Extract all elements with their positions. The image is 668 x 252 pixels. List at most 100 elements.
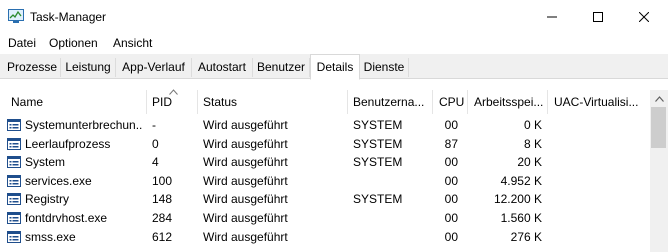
minimize-icon <box>547 16 557 17</box>
window-title: Task-Manager <box>30 10 107 24</box>
tab-details[interactable]: Details <box>310 54 360 80</box>
cell-status: Wird ausgeführt <box>203 229 288 244</box>
tab-benutzer[interactable]: Benutzer <box>253 58 310 77</box>
cell-name: System <box>25 155 66 170</box>
cell-uac <box>554 135 644 154</box>
column-header-memory[interactable]: Arbeitsspei... <box>474 90 546 114</box>
cell-memory: 0 K <box>523 118 542 132</box>
cell-user: SYSTEM <box>353 136 403 151</box>
table-row[interactable]: services.exe 100 Wird ausgeführt 00 4.952 K <box>0 172 650 191</box>
cell-cpu: 00 <box>444 118 458 132</box>
maximize-button[interactable] <box>575 0 621 33</box>
menu-ansicht[interactable]: Ansicht <box>113 36 152 50</box>
process-icon <box>7 137 21 150</box>
table-row[interactable]: Systemunterbrechun... - Wird ausgeführt SYS… <box>0 116 650 135</box>
column-divider[interactable] <box>547 90 548 114</box>
column-divider[interactable] <box>467 90 468 114</box>
sort-ascending-icon <box>169 89 178 95</box>
cell-user <box>353 209 431 228</box>
table-row[interactable]: fontdrvhost.exe 284 Wird ausgeführt 00 1.560… <box>0 209 650 228</box>
process-icon <box>7 212 21 224</box>
cell-user: SYSTEM <box>353 118 403 132</box>
cell-user: SYSTEM <box>353 155 403 170</box>
cell-cpu: 00 <box>444 229 458 244</box>
tab-app-verlauf[interactable]: App-Verlauf <box>116 58 192 77</box>
cell-uac <box>554 209 644 228</box>
column-divider[interactable] <box>146 90 147 114</box>
cell-name: fontdrvhost.exe <box>25 211 108 225</box>
cell-pid: 100 <box>152 173 173 188</box>
cell-name: Registry <box>25 192 70 207</box>
table-row[interactable]: smss.exe 612 Wird ausgeführt 00 276 K <box>0 228 650 247</box>
maximize-icon <box>593 11 603 22</box>
column-header-cpu[interactable]: CPU <box>439 90 469 114</box>
cell-pid: 284 <box>152 211 173 225</box>
tab-leistung[interactable]: Leistung <box>61 58 116 77</box>
column-header-uac[interactable]: UAC-Virtualisi... <box>554 90 646 114</box>
minimize-button[interactable] <box>529 0 575 33</box>
process-icon <box>7 193 21 206</box>
cell-memory: 1.560 K <box>500 211 542 225</box>
tab-autostart[interactable]: Autostart <box>192 58 253 77</box>
cell-status: Wird ausgeführt <box>203 155 288 170</box>
column-divider[interactable] <box>197 90 198 114</box>
cell-name: services.exe <box>25 173 92 188</box>
task-manager-icon <box>8 9 24 23</box>
column-header-status[interactable]: Status <box>203 90 343 114</box>
cell-user <box>353 172 431 191</box>
cell-cpu: 00 <box>444 192 458 207</box>
close-button[interactable] <box>621 0 667 33</box>
close-icon <box>639 11 649 22</box>
process-list: Name PID Status Benutzerna... CPU Arbeit… <box>0 89 650 252</box>
cell-memory: 8 K <box>523 136 542 151</box>
scroll-thumb[interactable] <box>651 107 666 148</box>
column-divider[interactable] <box>347 90 348 114</box>
cell-cpu: 00 <box>444 211 458 225</box>
process-icon <box>7 156 21 169</box>
table-row[interactable]: Leerlaufprozess 0 Wird ausgeführt SYSTEM 87 8… <box>0 135 650 154</box>
table-row[interactable]: Registry 148 Wird ausgeführt SYSTEM 00 12.200… <box>0 190 650 209</box>
column-header-row: Name PID Status Benutzerna... CPU Arbeit… <box>0 89 650 114</box>
vertical-scrollbar[interactable] <box>650 90 668 252</box>
cell-name: Systemunterbrechun... <box>25 118 143 132</box>
cell-uac <box>554 116 644 135</box>
cell-status: Wird ausgeführt <box>203 136 288 151</box>
cell-memory: 276 K <box>510 229 542 244</box>
cell-uac <box>554 190 644 209</box>
cell-name: smss.exe <box>25 229 76 244</box>
cell-memory: 20 K <box>517 155 542 170</box>
tab-bar: Prozesse Leistung App-Verlauf Autostart … <box>0 54 668 80</box>
chevron-up-icon <box>654 95 664 102</box>
title-bar: Task-Manager <box>0 0 668 33</box>
cell-status: Wird ausgeführt <box>203 192 288 207</box>
table-row[interactable]: System 4 Wird ausgeführt SYSTEM 00 20 K <box>0 153 650 172</box>
menu-datei[interactable]: Datei <box>8 36 36 50</box>
cell-status: Wird ausgeführt <box>203 173 288 188</box>
cell-uac <box>554 228 644 247</box>
cell-name: Leerlaufprozess <box>25 136 111 151</box>
cell-user: SYSTEM <box>353 192 403 207</box>
process-icon <box>7 174 21 187</box>
cell-status: Wird ausgeführt <box>203 211 288 225</box>
cell-pid: 0 <box>152 136 159 151</box>
column-divider[interactable] <box>432 90 433 114</box>
column-header-name[interactable]: Name <box>11 90 144 114</box>
cell-memory: 4.952 K <box>500 173 542 188</box>
process-icon <box>7 119 21 131</box>
cell-status: Wird ausgeführt <box>203 118 288 132</box>
cell-uac <box>554 172 644 191</box>
cell-cpu: 00 <box>444 173 458 188</box>
tab-prozesse[interactable]: Prozesse <box>4 58 61 77</box>
tab-dienste[interactable]: Dienste <box>360 58 409 77</box>
cell-pid: 612 <box>152 229 173 244</box>
cell-pid: 4 <box>152 155 159 170</box>
cell-cpu: 00 <box>444 155 458 170</box>
cell-cpu: 87 <box>444 136 458 151</box>
process-icon <box>7 230 21 243</box>
scroll-up-button[interactable] <box>650 90 668 107</box>
cell-user <box>353 228 431 247</box>
menu-optionen[interactable]: Optionen <box>49 36 98 50</box>
menu-bar: Datei Optionen Ansicht <box>0 33 668 53</box>
column-header-user[interactable]: Benutzerna... <box>353 90 433 114</box>
cell-uac <box>554 153 644 172</box>
